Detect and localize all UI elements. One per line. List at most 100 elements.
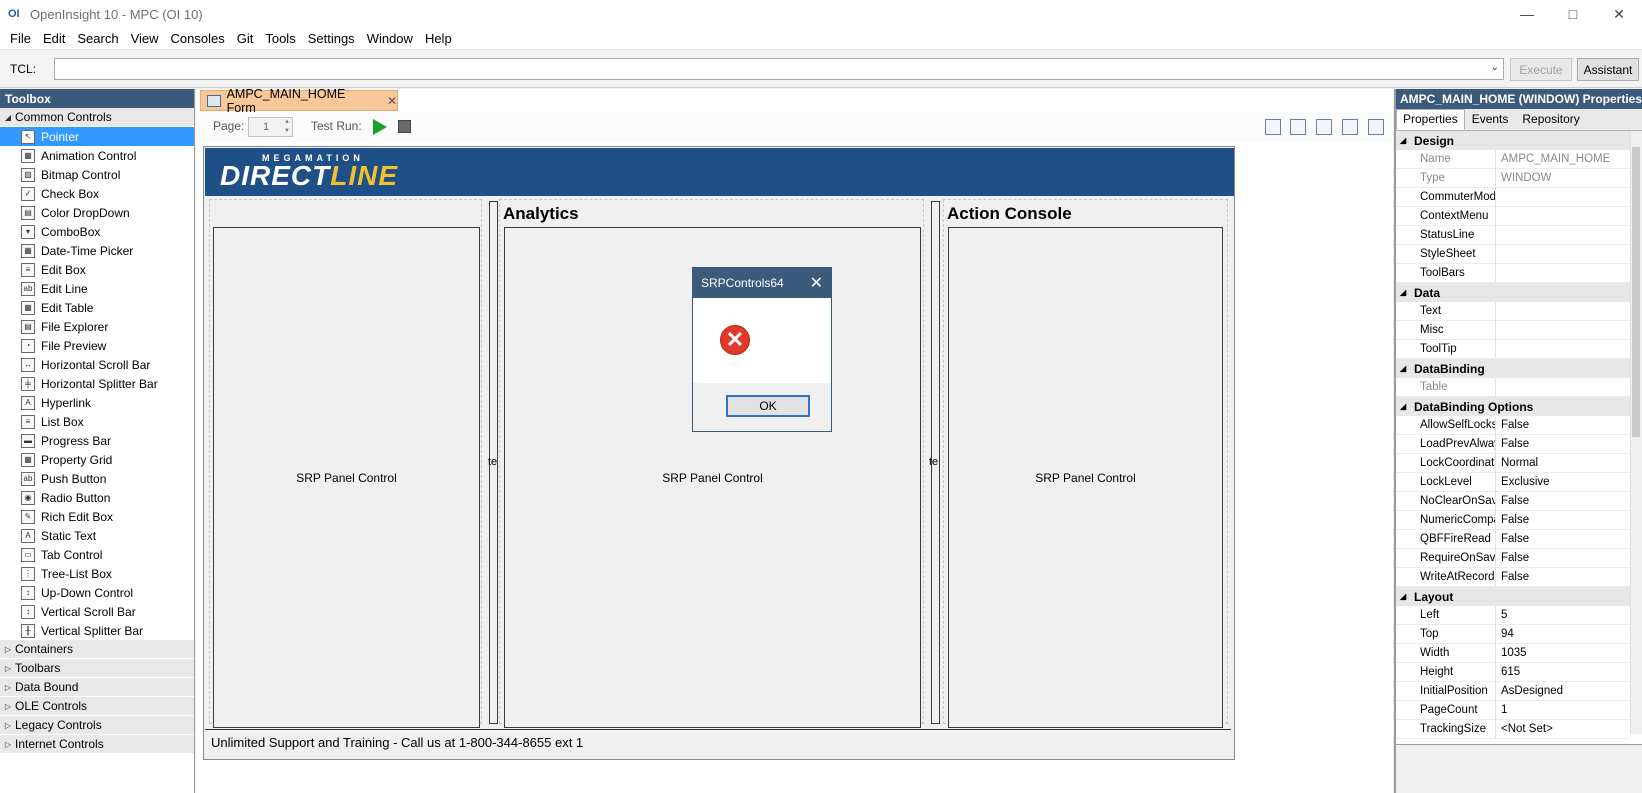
- property-row-noclearonsave[interactable]: NoClearOnSave False: [1396, 491, 1630, 511]
- property-value[interactable]: 94: [1496, 628, 1514, 640]
- srp-panel-left[interactable]: SRP Panel Control: [213, 227, 480, 728]
- property-value[interactable]: AMPC_MAIN_HOME: [1496, 153, 1610, 165]
- menu-search[interactable]: Search: [71, 31, 124, 46]
- toolbox-item-progress-bar[interactable]: ▬ Progress Bar: [0, 431, 194, 450]
- property-value[interactable]: False: [1496, 552, 1529, 564]
- property-row-name[interactable]: Name AMPC_MAIN_HOME: [1396, 149, 1630, 169]
- property-value[interactable]: 1035: [1496, 647, 1527, 659]
- srp-panel-action[interactable]: SRP Panel Control: [948, 227, 1223, 728]
- property-row-writeatrecord[interactable]: WriteAtRecord False: [1396, 567, 1630, 587]
- ok-button[interactable]: OK: [726, 395, 810, 417]
- select-all-icon[interactable]: [1342, 119, 1358, 135]
- property-value[interactable]: False: [1496, 419, 1529, 431]
- spinner-arrows-icon[interactable]: ▲ ▼: [284, 118, 290, 136]
- property-value[interactable]: False: [1496, 514, 1529, 526]
- property-value[interactable]: 5: [1496, 609, 1507, 621]
- toolbox-item-vertical-scroll-bar[interactable]: ↕ Vertical Scroll Bar: [0, 602, 194, 621]
- property-row-toolbars[interactable]: ToolBars: [1396, 263, 1630, 283]
- menu-edit[interactable]: Edit: [37, 31, 71, 46]
- scrollbar-thumb[interactable]: [1632, 147, 1640, 437]
- toolbox-item-date-time-picker[interactable]: ▦ Date-Time Picker: [0, 241, 194, 260]
- property-value[interactable]: <Not Set>: [1496, 723, 1553, 735]
- assistant-button[interactable]: Assistant: [1577, 58, 1639, 81]
- toolbox-item-property-grid[interactable]: ▦ Property Grid: [0, 450, 194, 469]
- property-row-tooltip[interactable]: ToolTip: [1396, 339, 1630, 359]
- property-category-layout[interactable]: ◢ Layout: [1396, 587, 1630, 606]
- document-tab[interactable]: AMPC_MAIN_HOME Form ✕: [200, 87, 398, 115]
- property-category-data[interactable]: ◢ Data: [1396, 283, 1630, 302]
- property-row-lockcoordination[interactable]: LockCoordinationNormal: [1396, 453, 1630, 473]
- toolbox-item-up-down-control[interactable]: ↕ Up-Down Control: [0, 583, 194, 602]
- property-category-databinding-options[interactable]: ◢ DataBinding Options: [1396, 397, 1630, 416]
- property-row-allowselflocks[interactable]: AllowSelfLocks False: [1396, 415, 1630, 435]
- property-row-commutermodule[interactable]: CommuterModule: [1396, 187, 1630, 207]
- property-row-numericcompare[interactable]: NumericCompareFalse: [1396, 510, 1630, 530]
- toolbox-item-list-box[interactable]: ≡ List Box: [0, 412, 194, 431]
- close-icon[interactable]: ✕: [810, 273, 823, 293]
- toolbox-item-pointer[interactable]: ↖ Pointer: [0, 127, 194, 146]
- toolbox-item-hyperlink[interactable]: A Hyperlink: [0, 393, 194, 412]
- menu-view[interactable]: View: [125, 31, 165, 46]
- maximize-icon[interactable]: □: [1550, 0, 1596, 28]
- property-row-trackingsize[interactable]: TrackingSize <Not Set>: [1396, 719, 1630, 739]
- property-row-left[interactable]: Left 5: [1396, 605, 1630, 625]
- toolbox-item-push-button[interactable]: ab Push Button: [0, 469, 194, 488]
- toolbox-item-horizontal-scroll-bar[interactable]: ↔ Horizontal Scroll Bar: [0, 355, 194, 374]
- property-row-stylesheet[interactable]: StyleSheet: [1396, 244, 1630, 264]
- menu-consoles[interactable]: Consoles: [165, 31, 231, 46]
- toolbox-item-radio-button[interactable]: ◉ Radio Button: [0, 488, 194, 507]
- toolbox-item-vertical-splitter-bar[interactable]: ╫ Vertical Splitter Bar: [0, 621, 194, 640]
- property-value[interactable]: False: [1496, 533, 1529, 545]
- property-value[interactable]: WINDOW: [1496, 172, 1551, 184]
- toolbox-item-file-explorer[interactable]: ▤ File Explorer: [0, 317, 194, 336]
- execute-button[interactable]: Execute: [1510, 58, 1572, 81]
- toolbox-item-animation-control[interactable]: ▦ Animation Control: [0, 146, 194, 165]
- toolbox-item-combobox[interactable]: ▾ ComboBox: [0, 222, 194, 241]
- property-value[interactable]: False: [1496, 438, 1529, 450]
- property-row-table[interactable]: Table: [1396, 377, 1630, 397]
- property-row-text[interactable]: Text: [1396, 301, 1630, 321]
- property-row-locklevel[interactable]: LockLevel Exclusive: [1396, 472, 1630, 492]
- property-value[interactable]: False: [1496, 571, 1529, 583]
- toolbox-group-common-controls[interactable]: ◢ Common Controls: [0, 108, 194, 127]
- property-row-height[interactable]: Height 615: [1396, 662, 1630, 682]
- minimize-icon[interactable]: —: [1504, 0, 1550, 28]
- property-row-top[interactable]: Top 94: [1396, 624, 1630, 644]
- menu-help[interactable]: Help: [419, 31, 458, 46]
- page-stepper[interactable]: 1 ▲ ▼: [248, 117, 293, 137]
- property-value[interactable]: AsDesigned: [1496, 685, 1563, 697]
- tab-events[interactable]: Events: [1465, 109, 1516, 130]
- property-row-statusline[interactable]: StatusLine: [1396, 225, 1630, 245]
- menu-git[interactable]: Git: [231, 31, 260, 46]
- tab-order-icon[interactable]: [1316, 119, 1332, 135]
- property-category-design[interactable]: ◢ Design: [1396, 131, 1630, 150]
- property-row-requireonsave[interactable]: RequireOnSave False: [1396, 548, 1630, 568]
- toolbox-item-file-preview[interactable]: ◔ File Preview: [0, 336, 194, 355]
- property-row-initialposition[interactable]: InitialPosition AsDesigned: [1396, 681, 1630, 701]
- menu-file[interactable]: File: [4, 31, 37, 46]
- property-value[interactable]: Exclusive: [1496, 476, 1550, 488]
- grid-icon[interactable]: [1368, 119, 1384, 135]
- align-center-icon[interactable]: [1290, 119, 1306, 135]
- toolbox-group-internet-controls[interactable]: ▷ Internet Controls: [0, 735, 194, 754]
- toolbox-item-horizontal-splitter-bar[interactable]: ╪ Horizontal Splitter Bar: [0, 374, 194, 393]
- toolbox-item-edit-table[interactable]: ▦ Edit Table: [0, 298, 194, 317]
- toolbox-item-check-box[interactable]: ✓ Check Box: [0, 184, 194, 203]
- toolbox-item-edit-line[interactable]: ab Edit Line: [0, 279, 194, 298]
- close-icon[interactable]: ✕: [1596, 0, 1642, 28]
- property-category-databinding[interactable]: ◢ DataBinding: [1396, 359, 1630, 378]
- menu-settings[interactable]: Settings: [302, 31, 361, 46]
- property-row-qbffireread[interactable]: QBFFireRead False: [1396, 529, 1630, 549]
- toolbox-item-tab-control[interactable]: ▭ Tab Control: [0, 545, 194, 564]
- toolbox-item-rich-edit-box[interactable]: ✎ Rich Edit Box: [0, 507, 194, 526]
- tcl-input[interactable]: ⌄: [54, 58, 1504, 80]
- tab-properties[interactable]: Properties: [1396, 109, 1465, 130]
- menu-tools[interactable]: Tools: [259, 31, 301, 46]
- toolbox-item-static-text[interactable]: A Static Text: [0, 526, 194, 545]
- property-row-loadprevalways[interactable]: LoadPrevAlwaysFalse: [1396, 434, 1630, 454]
- property-value[interactable]: Normal: [1496, 457, 1538, 469]
- toolbox-group-data-bound[interactable]: ▷ Data Bound: [0, 678, 194, 697]
- toolbox-group-ole-controls[interactable]: ▷ OLE Controls: [0, 697, 194, 716]
- property-row-type[interactable]: Type WINDOW: [1396, 168, 1630, 188]
- property-value[interactable]: 1: [1496, 704, 1507, 716]
